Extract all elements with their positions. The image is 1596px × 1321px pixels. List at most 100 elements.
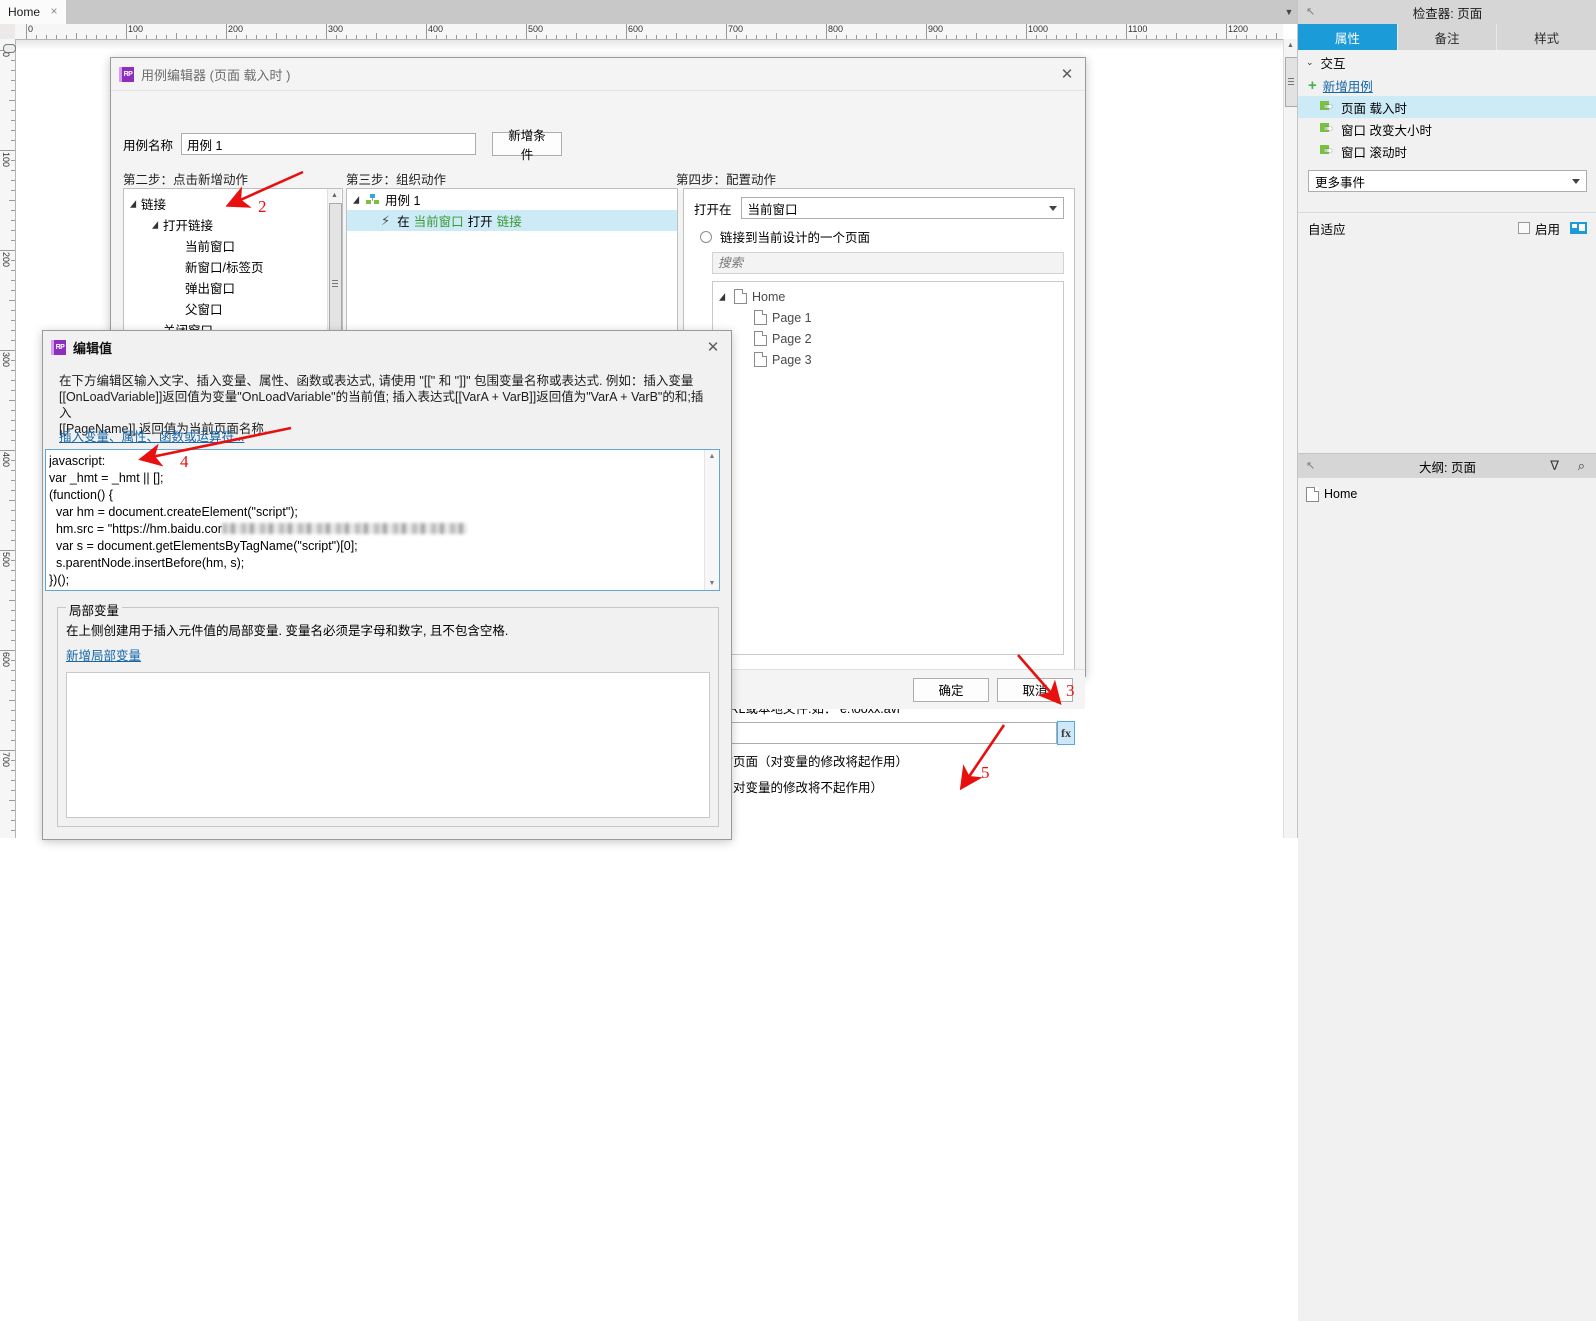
code-line: })(); [49, 573, 70, 587]
event-row[interactable]: ➠ 窗口 改变大小时 [1298, 118, 1596, 140]
fx-button[interactable]: fx [1057, 721, 1075, 745]
chevron-down-icon: ⌄ [1306, 56, 1314, 67]
collapse-icon[interactable]: ↖ [1306, 459, 1315, 472]
ruler-tick-minor [9, 800, 15, 801]
add-local-variable-link[interactable]: 新增局部变量 [66, 645, 141, 664]
page-tree-item[interactable]: Page 2 [713, 328, 1063, 349]
inspector-tab-0[interactable]: 属性 [1298, 24, 1398, 50]
scroll-up-icon[interactable]: ▲ [328, 189, 341, 202]
code-line: var hm = document.createElement("script"… [49, 505, 298, 519]
page-tree-item[interactable]: ◢ Home [713, 286, 1063, 307]
ruler-tick-minor [1156, 35, 1157, 39]
page-tree-item[interactable]: Page 1 [713, 307, 1063, 328]
local-variables-list[interactable] [66, 672, 710, 818]
ruler-tick-minor [666, 35, 667, 39]
page-search-input[interactable] [712, 252, 1064, 274]
add-condition-button[interactable]: 新增条件 [492, 129, 563, 162]
caret-icon[interactable]: ◢ [130, 198, 141, 209]
open-in-select[interactable]: 当前窗口 [740, 197, 1064, 219]
ruler-tick-minor [11, 520, 15, 521]
step2-label: 第二步：点击新增动作 [123, 173, 249, 187]
cancel-button[interactable]: 取消 [997, 677, 1073, 702]
action-tree-item[interactable]: ◢ 打开链接 [124, 214, 342, 235]
caret-icon[interactable]: ◢ [353, 194, 364, 205]
code-line: javascript: [49, 454, 106, 468]
scroll-down-icon[interactable]: ▼ [705, 577, 719, 590]
action-tree-item[interactable]: 父窗口 [124, 298, 342, 319]
ruler-tick-minor [11, 460, 15, 461]
ruler-label: 1000 [1028, 24, 1049, 34]
ruler-tick-minor [11, 590, 15, 591]
filter-icon[interactable]: ∇ [1550, 458, 1559, 474]
outline-row[interactable]: Home [1298, 483, 1596, 505]
ruler-tick-minor [406, 35, 407, 39]
adaptive-enable-checkbox[interactable] [1517, 222, 1530, 234]
action-tree-item[interactable]: 新窗口/标签页 [124, 256, 342, 277]
add-case-link[interactable]: 新增用例 [1323, 76, 1373, 95]
horizontal-ruler: 0 100 200 300 400 500 600 700 800 900 1000 1100 1200 [15, 24, 1283, 40]
ruler-tick-minor [76, 33, 77, 39]
device-preview-icon[interactable] [1570, 222, 1587, 234]
ruler-tick-minor [846, 35, 847, 39]
ruler-tick-minor [766, 35, 767, 39]
scroll-up-icon[interactable]: ▲ [1284, 39, 1297, 52]
case-name-label: 用例名称 [123, 138, 174, 153]
inspector-tab-2[interactable]: 样式 [1497, 24, 1596, 50]
external-url-input[interactable] [701, 722, 1057, 744]
collapse-icon[interactable]: ↖ [1306, 5, 1315, 18]
ruler-tick-minor [986, 35, 987, 39]
ruler-tick-minor [936, 35, 937, 39]
ruler-tick-minor [46, 35, 47, 39]
inspector-tab-1[interactable]: 备注 [1397, 24, 1498, 50]
action-tree-item[interactable]: 弹出窗口 [124, 277, 342, 298]
ruler-tick-minor [1276, 33, 1277, 39]
page-tree-item[interactable]: Page 3 [713, 349, 1063, 370]
page-tree-panel[interactable]: ◢ Home Page 1 Page 2 Page 3 [712, 281, 1064, 655]
inspector-title: 检查器: 页面 [1412, 6, 1483, 21]
ruler-tick-minor [176, 33, 177, 39]
action-tree-item[interactable]: 当前窗口 [124, 235, 342, 256]
more-events-select[interactable]: 更多事件 [1308, 170, 1587, 192]
tab-home[interactable]: Home × [0, 0, 66, 24]
canvas-vertical-scrollbar[interactable]: ▲ [1283, 39, 1298, 838]
page-icon [754, 310, 767, 325]
ruler-tick-minor [346, 35, 347, 39]
action-tree-item[interactable]: ◢ 链接 [124, 193, 342, 214]
ruler-tick-minor [606, 35, 607, 39]
add-case-row[interactable]: + 新增用例 [1298, 74, 1596, 96]
ruler-tick-minor [9, 600, 15, 601]
ruler-tick-minor [886, 35, 887, 39]
ruler-tick-minor [11, 480, 15, 481]
insert-variable-link[interactable]: 插入变量、属性、函数或运算符... [59, 426, 244, 445]
caret-icon[interactable]: ◢ [152, 219, 163, 230]
code-editor[interactable]: javascript: var _hmt = _hmt || []; (functi… [45, 449, 720, 591]
ruler-label: 800 [828, 24, 844, 34]
scroll-up-icon[interactable]: ▲ [705, 450, 719, 463]
ruler-tick-minor [9, 500, 15, 501]
case-name-input[interactable] [181, 133, 477, 155]
radio-icon[interactable] [700, 230, 712, 243]
ruler-tick-minor [1036, 35, 1037, 39]
ruler-tick-minor [216, 35, 217, 39]
edit-value-close-icon[interactable]: ✕ [695, 331, 731, 363]
ruler-origin-handle[interactable] [3, 44, 16, 53]
event-row[interactable]: ➠ 页面 载入时 [1298, 96, 1596, 118]
ruler-tick-minor [376, 33, 377, 39]
organize-root-row[interactable]: ◢ 用例 1 [347, 189, 677, 210]
code-editor-content[interactable]: javascript: var _hmt = _hmt || []; (functi… [49, 453, 703, 588]
event-row-label: 窗口 滚动时 [1341, 145, 1407, 160]
interactions-section-header[interactable]: ⌄ 交互 [1298, 50, 1596, 74]
ok-button[interactable]: 确定 [913, 677, 989, 702]
caret-icon[interactable]: ◢ [719, 291, 730, 302]
ruler-tick-minor [11, 790, 15, 791]
event-row[interactable]: ➠ 窗口 滚动时 [1298, 140, 1596, 162]
case-editor-close-icon[interactable]: ✕ [1049, 58, 1085, 90]
search-icon[interactable]: ⌕ [1578, 458, 1585, 474]
code-editor-scrollbar[interactable]: ▲ ▼ [704, 450, 719, 590]
close-icon[interactable]: × [48, 5, 60, 17]
organize-action-row[interactable]: ⚡ 在 当前窗口 打开 链接 [347, 210, 677, 231]
configure-action-panel: 打开在 当前窗口 链接到当前设计的一个页面 ◢ Home Page 1 Page 2 P… [683, 188, 1075, 695]
page-search-row [684, 246, 1074, 274]
ruler-tick-minor [386, 35, 387, 39]
link-to-page-radio-row[interactable]: 链接到当前设计的一个页面 [684, 219, 1074, 246]
